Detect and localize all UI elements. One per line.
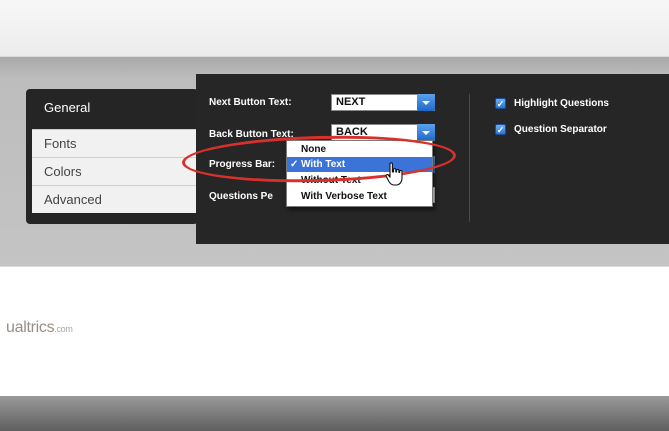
tab-general[interactable]: General: [32, 94, 200, 122]
tab-label: General: [44, 100, 91, 115]
questions-per-page-label: Questions Pe: [209, 191, 273, 202]
tab-label: Colors: [44, 164, 82, 179]
tab-colors[interactable]: Colors: [32, 157, 200, 185]
next-button-value: NEXT: [336, 96, 366, 108]
checkbox-checked-icon[interactable]: ✓: [495, 98, 506, 109]
chevron-down-icon[interactable]: [417, 124, 435, 141]
hand-pointer-icon: [385, 162, 403, 186]
checkbox-checked-icon[interactable]: ✓: [495, 124, 506, 135]
panel-divider: [469, 94, 470, 222]
look-feel-tabs: General Fonts Colors Advanced: [26, 89, 200, 224]
bottom-toolbar: [0, 396, 669, 431]
survey-content-area: [0, 266, 669, 397]
top-toolbar: [0, 0, 669, 57]
next-button-label: Next Button Text:: [209, 97, 292, 108]
tab-advanced[interactable]: Advanced: [32, 185, 200, 213]
highlight-questions-label: Highlight Questions: [514, 98, 609, 109]
chevron-down-icon[interactable]: [417, 94, 435, 111]
tab-fonts[interactable]: Fonts: [32, 129, 200, 157]
next-button-text-input[interactable]: NEXT: [331, 94, 435, 111]
qualtrics-logo: ualtrics.com: [6, 319, 73, 336]
tab-label: Fonts: [44, 136, 77, 151]
dropdown-option-with-verbose-text[interactable]: With Verbose Text: [287, 189, 432, 204]
question-separator-label: Question Separator: [514, 124, 607, 135]
tab-label: Advanced: [44, 192, 102, 207]
